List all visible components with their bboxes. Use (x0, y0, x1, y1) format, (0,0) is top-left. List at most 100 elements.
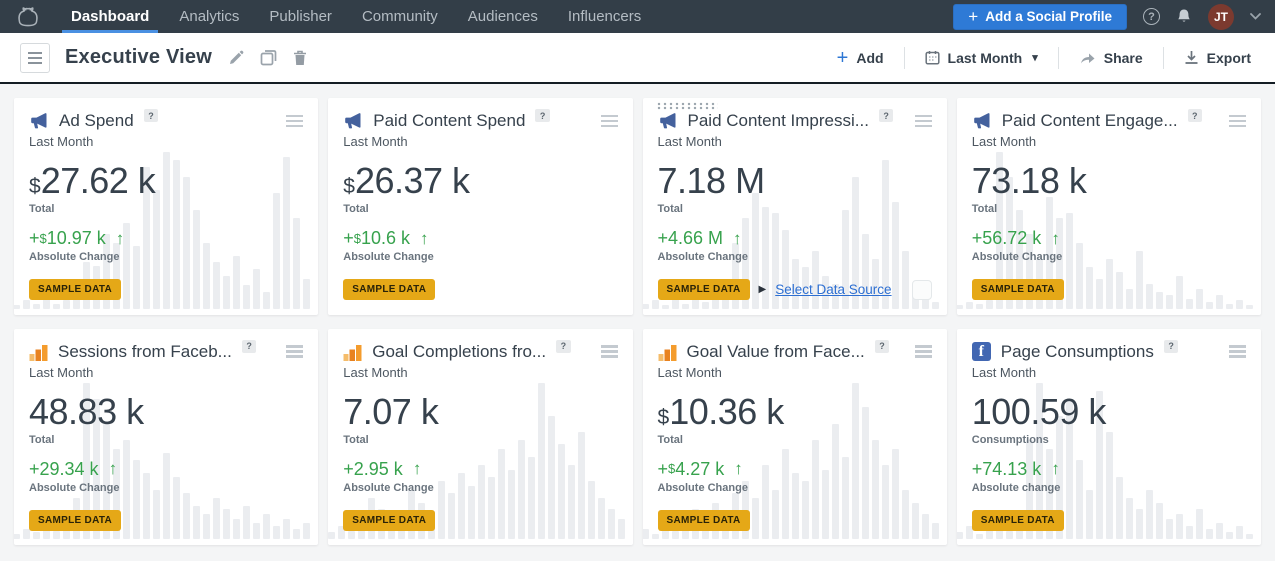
change-label: Absolute Change (658, 482, 932, 494)
card-menu-icon[interactable] (915, 342, 932, 361)
card-menu-icon[interactable] (286, 342, 303, 361)
value-text: 10.36 k (669, 391, 784, 432)
card-menu-icon[interactable] (1229, 342, 1246, 361)
card-menu-icon[interactable] (601, 342, 618, 361)
card-menu-icon[interactable] (915, 112, 932, 131)
add-widget-button[interactable]: + Add (833, 48, 888, 68)
change-sign: + (658, 229, 669, 247)
tab-label: Audiences (468, 8, 538, 25)
metric-change: +74.13 k ↑ (972, 460, 1246, 478)
select-data-source-link[interactable]: Select Data Source (775, 282, 891, 297)
toolbar-actions: + Add Last Month ▾ Share Export (833, 47, 1255, 69)
edit-pencil-icon[interactable] (228, 50, 244, 66)
calendar-icon (925, 50, 940, 65)
tab-dashboard[interactable]: Dashboard (56, 0, 164, 33)
tab-analytics[interactable]: Analytics (164, 0, 254, 33)
change-currency: $ (40, 232, 47, 245)
date-range-dropdown[interactable]: Last Month ▾ (921, 50, 1042, 66)
notifications-bell-icon[interactable] (1176, 8, 1192, 25)
card-paid-content-impressions: Paid Content Impressi... ? Last Month 7.… (643, 98, 947, 315)
change-currency: $ (668, 462, 675, 475)
tab-audiences[interactable]: Audiences (453, 0, 553, 33)
tab-influencers[interactable]: Influencers (553, 0, 656, 33)
dashboard-grid: Ad Spend ? Last Month $27.62 k Total +$1… (0, 84, 1275, 559)
increase-arrow-icon: ↑ (734, 460, 743, 477)
duplicate-copy-icon[interactable] (260, 49, 277, 66)
metric-period: Last Month (658, 365, 932, 380)
value-text: 100.59 k (972, 391, 1106, 432)
drag-handle-dots[interactable] (656, 102, 718, 110)
metric-period: Last Month (343, 134, 617, 149)
tab-label: Influencers (568, 8, 641, 25)
board-toolbar: Executive View + Add Last Month ▾ Share … (0, 33, 1275, 84)
card-menu-icon[interactable] (1229, 112, 1246, 131)
expand-triangle-icon[interactable]: ▶ (759, 284, 767, 295)
metric-change: +$10.6 k ↑ (343, 229, 617, 247)
metric-value: $10.36 k (658, 394, 932, 430)
tab-label: Publisher (269, 8, 332, 25)
increase-arrow-icon: ↑ (1051, 230, 1060, 247)
facebook-icon: f (972, 342, 991, 361)
increase-arrow-icon: ↑ (413, 460, 422, 477)
add-social-profile-label: Add a Social Profile (985, 9, 1112, 24)
card-menu-icon[interactable] (286, 112, 303, 131)
sample-data-badge: SAMPLE DATA (343, 279, 435, 300)
increase-arrow-icon: ↑ (116, 230, 125, 247)
delete-trash-icon[interactable] (293, 50, 307, 66)
metric-title: Paid Content Engage... (1002, 111, 1178, 131)
change-value: 29.34 k (40, 460, 99, 478)
tab-community[interactable]: Community (347, 0, 453, 33)
account-chevron-down-icon[interactable] (1250, 13, 1261, 20)
value-text: 7.18 M (658, 160, 765, 201)
user-avatar[interactable]: JT (1208, 4, 1234, 30)
tab-publisher[interactable]: Publisher (254, 0, 347, 33)
metric-title: Goal Completions fro... (372, 342, 546, 362)
help-tooltip-icon[interactable]: ? (1188, 109, 1203, 122)
metric-value: 7.18 M (658, 163, 932, 199)
export-button[interactable]: Export (1180, 50, 1255, 66)
toolbar-divider (1163, 47, 1164, 69)
value-text: 27.62 k (41, 160, 156, 201)
card-menu-icon[interactable] (601, 112, 618, 131)
help-tooltip-icon[interactable]: ? (1164, 340, 1179, 353)
metric-period: Last Month (972, 365, 1246, 380)
increase-arrow-icon: ↑ (733, 230, 742, 247)
metric-title: Sessions from Faceb... (58, 342, 232, 362)
change-sign: + (29, 460, 40, 478)
value-text: 48.83 k (29, 391, 144, 432)
help-tooltip-icon[interactable]: ? (879, 109, 894, 122)
metric-value: 7.07 k (343, 394, 617, 430)
value-text: 26.37 k (355, 160, 470, 201)
help-tooltip-icon[interactable]: ? (875, 340, 890, 353)
tab-label: Analytics (179, 8, 239, 25)
help-tooltip-icon[interactable]: ? (535, 109, 550, 122)
google-analytics-icon (29, 343, 48, 361)
change-sign: + (658, 460, 669, 478)
data-source-checkbox[interactable] (912, 280, 932, 300)
change-value: 4.66 M (668, 229, 723, 247)
currency-symbol: $ (658, 406, 670, 429)
megaphone-ads-icon (972, 112, 992, 130)
metric-change: +2.95 k ↑ (343, 460, 617, 478)
card-goal-value: Goal Value from Face... ? Last Month $10… (643, 329, 947, 546)
help-tooltip-icon[interactable]: ? (556, 340, 571, 353)
hootsuite-logo[interactable] (0, 0, 56, 33)
sample-data-badge: SAMPLE DATA (658, 510, 750, 531)
value-label: Total (972, 203, 1246, 215)
share-button[interactable]: Share (1075, 50, 1147, 66)
page-title: Executive View (65, 46, 212, 69)
plus-icon: + (968, 8, 978, 25)
metric-value: 48.83 k (29, 394, 303, 430)
help-tooltip-icon[interactable]: ? (242, 340, 257, 353)
metric-change: +$4.27 k ↑ (658, 460, 932, 478)
help-icon[interactable]: ? (1143, 8, 1160, 25)
card-goal-completions: Goal Completions fro... ? Last Month 7.0… (328, 329, 632, 546)
add-social-profile-button[interactable]: + Add a Social Profile (953, 4, 1127, 30)
metric-period: Last Month (343, 365, 617, 380)
change-sign: + (343, 229, 354, 247)
boards-menu-button[interactable] (20, 43, 50, 73)
metric-change: +4.66 M ↑ (658, 229, 932, 247)
help-tooltip-icon[interactable]: ? (144, 109, 159, 122)
owl-logo-icon (15, 5, 41, 29)
metric-icon (658, 112, 678, 130)
